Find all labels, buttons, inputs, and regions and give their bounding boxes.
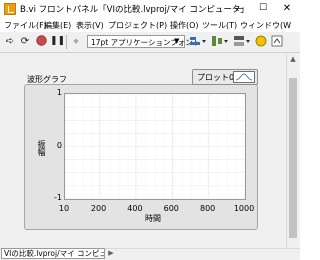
x-tick-label: 800 [199, 204, 216, 213]
maximize-button[interactable]: ☐ [252, 1, 274, 17]
minimize-button[interactable]: — [228, 1, 250, 17]
x-tick-label: 400 [127, 204, 143, 213]
project-context-label: VIの比較.lvproj/マイ コンピュータ [1, 248, 105, 259]
vi-icon [4, 3, 16, 15]
plot-area[interactable] [64, 93, 246, 200]
plot-legend-label: プロット0 [197, 73, 235, 82]
run-continuous-icon[interactable]: ⟳ [18, 35, 32, 48]
plot-grid [65, 94, 245, 199]
plot-line-swatch-icon[interactable] [233, 71, 255, 83]
x-tick-label: 600 [163, 204, 179, 213]
x-axis-title: 時間 [145, 214, 161, 223]
menu-project[interactable]: プロジェクト(P) [108, 20, 167, 31]
menu-window[interactable]: ウィンドウ(W [240, 20, 291, 31]
menu-bar: ファイル(F) 編集(E) 表示(V) プロジェクト(P) 操作(O) ツール(… [0, 18, 300, 33]
menu-edit[interactable]: 編集(E) [44, 20, 71, 31]
menu-file[interactable]: ファイル(F) [4, 20, 47, 31]
y-tick-label: 0 [56, 140, 62, 150]
menu-view[interactable]: 表示(V) [76, 20, 104, 31]
menu-tools[interactable]: ツール(T) [202, 20, 237, 31]
chevron-down-icon: ▼ [174, 37, 180, 45]
x-tick-label: 200 [90, 204, 107, 213]
font-select[interactable]: 17pt アプリケーションフォント [87, 35, 200, 48]
distribute-icon[interactable] [210, 35, 230, 48]
help-icon[interactable] [270, 35, 284, 48]
resize-icon[interactable] [232, 35, 252, 48]
pause-icon[interactable]: ❚❚ [50, 35, 65, 48]
chevron-right-icon[interactable]: ▶ [106, 248, 116, 259]
run-arrow-icon[interactable]: ➪ [4, 35, 16, 48]
run-highlight-icon[interactable]: ✧ [70, 35, 82, 48]
x-tick-label: 10 [58, 204, 70, 213]
close-button[interactable]: ✕ [276, 1, 298, 17]
abort-icon[interactable] [34, 35, 48, 48]
window-title: B.vi フロントパネル「VIの比較.lvproj/マイ コンピュータ」 [20, 5, 249, 15]
reorder-icon[interactable] [254, 35, 268, 48]
x-tick-label: 1000 [233, 204, 255, 213]
y-tick-label: -1 [54, 193, 62, 202]
labview-front-panel-window: B.vi フロントパネル「VIの比較.lvproj/マイ コンピュータ」 — ☐… [0, 0, 300, 260]
y-axis-title: 振幅 [37, 140, 46, 156]
y-tick-label: 1 [56, 88, 62, 97]
vertical-scroll-thumb[interactable] [289, 78, 297, 238]
align-icon[interactable] [188, 35, 208, 48]
menu-operate[interactable]: 操作(O) [170, 20, 199, 31]
toolbar-separator [66, 35, 67, 49]
scroll-up-icon[interactable]: ▲ [286, 53, 300, 65]
